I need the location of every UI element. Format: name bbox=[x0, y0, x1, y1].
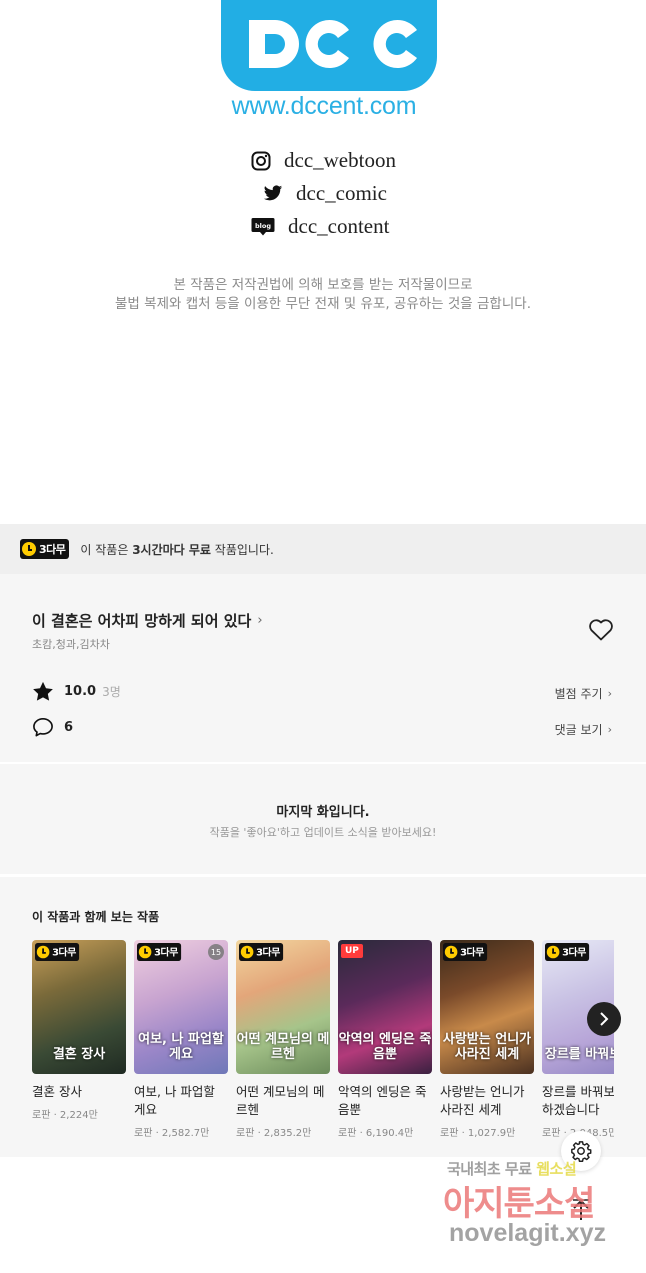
recommendation-card[interactable]: 3다무 어떤 계모님의 메르헨 어떤 계모님의 메르헨 로판 · 2,835.2만 bbox=[236, 940, 330, 1139]
recommendation-meta: 로판 · 1,027.9만 bbox=[440, 1128, 516, 1139]
free-3h-badge: 3다무 bbox=[545, 943, 590, 961]
publisher-url[interactable]: www.dccent.com bbox=[222, 92, 426, 121]
site-watermark: 국내최초 무료 웹소설 아지툰소설 novelagit.xyz bbox=[443, 1156, 643, 1256]
social-twitter[interactable]: dcc_comic bbox=[262, 181, 387, 206]
free-every-3h-banner: 3다무 이 작품은 3시간마다 무료 작품입니다. bbox=[0, 524, 646, 574]
recommendations-carousel: 3다무 결혼 장사 결혼 장사 로판 · 2,224만 3다무 15 여보, 나 파업할게요… bbox=[32, 940, 614, 1157]
recommendation-cover: UP 악역의 엔딩은 죽음뿐 bbox=[338, 940, 432, 1074]
recommendation-card[interactable]: 3다무 15 여보, 나 파업할게요 여보, 나 파업할게요 로판 · 2,582.7만 bbox=[134, 940, 228, 1139]
recommendation-title: 장르를 바꿔보록 하겠습니다 bbox=[542, 1084, 614, 1117]
twitter-handle: dcc_comic bbox=[296, 181, 387, 205]
rate-button[interactable]: 별점 주기 › bbox=[555, 685, 612, 702]
heart-icon bbox=[589, 619, 613, 641]
free-3h-badge: 3다무 bbox=[35, 943, 80, 961]
free-3h-badge: 3다무 bbox=[20, 539, 70, 559]
age-rating-badge: 15 bbox=[208, 944, 224, 960]
cover-title-art: 여보, 나 파업할게요 bbox=[138, 1032, 224, 1062]
copyright-line-2: 불법 복제와 캡처 등을 이용한 무단 전재 및 유포, 공유하는 것을 금합니… bbox=[115, 296, 531, 312]
chevron-right-icon bbox=[600, 1012, 609, 1026]
watermark-line-2: 아지툰소설 bbox=[443, 1184, 595, 1224]
recommendation-meta: 로판 · 2,224만 bbox=[32, 1110, 98, 1121]
rating-stat: 10.0 3명 bbox=[32, 681, 121, 702]
recommendation-title: 어떤 계모님의 메르헨 bbox=[236, 1084, 325, 1117]
recommendation-title: 결혼 장사 bbox=[32, 1084, 82, 1099]
clock-icon bbox=[22, 542, 36, 556]
twitter-icon bbox=[262, 183, 284, 205]
recommendation-cover: 3다무 15 여보, 나 파업할게요 bbox=[134, 940, 228, 1074]
clock-icon bbox=[444, 945, 458, 959]
last-episode-subtitle: 작품을 '좋아요'하고 업데이트 소식을 받아보세요! bbox=[209, 826, 437, 839]
recommendation-meta: 로판 · 2,835.2만 bbox=[236, 1128, 312, 1139]
free-3h-badge: 3다무 bbox=[443, 943, 488, 961]
clock-icon bbox=[546, 945, 560, 959]
recommendation-title: 악역의 엔딩은 죽음뿐 bbox=[338, 1084, 427, 1117]
clock-icon bbox=[138, 945, 152, 959]
recommendation-card[interactable]: 3다무 결혼 장사 결혼 장사 로판 · 2,224만 bbox=[32, 940, 126, 1121]
recommendation-title: 사랑받는 언니가 사라진 세계 bbox=[440, 1084, 525, 1117]
social-blog[interactable]: blog dcc_content bbox=[251, 214, 389, 239]
recommendation-card[interactable]: UP 악역의 엔딩은 죽음뿐 악역의 엔딩은 죽음뿐 로판 · 6,190.4만 bbox=[338, 940, 432, 1139]
blog-handle: dcc_content bbox=[288, 214, 390, 238]
watermark-line-3: novelagit.xyz bbox=[449, 1219, 606, 1247]
view-comments-label: 댓글 보기 bbox=[554, 723, 603, 737]
recommendation-meta: 로판 · 2,582.7만 bbox=[134, 1128, 210, 1139]
comment-stat: 6 bbox=[32, 717, 73, 737]
clock-icon bbox=[240, 945, 254, 959]
clock-icon bbox=[36, 945, 50, 959]
instagram-handle: dcc_webtoon bbox=[284, 148, 396, 172]
blog-icon: blog bbox=[251, 216, 275, 238]
cover-title-art: 결혼 장사 bbox=[52, 1047, 106, 1062]
star-icon bbox=[33, 681, 53, 701]
cover-title-art: 장르를 바꿔보록 bbox=[544, 1047, 614, 1062]
recommendation-cover: 3다무결혼 장사 bbox=[32, 940, 126, 1074]
chevron-right-icon: › bbox=[257, 613, 263, 628]
cover-title-art: 사랑받는 언니가 사라진 세계 bbox=[442, 1032, 532, 1062]
publisher-promo: www.dccent.com dcc_webtoon dcc_comic blo… bbox=[0, 0, 646, 524]
series-info: 이 결혼은 어차피 망하게 되어 있다 › 초캄,청과,김차차 10.0 3명 … bbox=[0, 574, 646, 762]
last-episode-notice: 마지막 화입니다. 작품을 '좋아요'하고 업데이트 소식을 받아보세요! bbox=[0, 764, 646, 874]
carousel-next-button[interactable] bbox=[587, 1002, 621, 1036]
rating-value: 10.0 bbox=[64, 684, 97, 699]
free-3h-badge: 3다무 bbox=[137, 943, 182, 961]
like-button[interactable] bbox=[588, 618, 614, 642]
recommendation-card[interactable]: 3다무장르를 바꿔보록장르를 바꿔보록 하겠습니다로판 · 2,048.5만 bbox=[542, 940, 614, 1139]
recommendation-meta: 로판 · 6,190.4만 bbox=[338, 1128, 414, 1139]
chevron-right-icon: › bbox=[607, 687, 612, 700]
instagram-icon bbox=[250, 150, 272, 172]
view-comments-button[interactable]: 댓글 보기 › bbox=[555, 721, 612, 738]
series-title-link[interactable]: 이 결혼은 어차피 망하게 되어 있다 › bbox=[32, 610, 263, 631]
comment-count: 6 bbox=[64, 719, 74, 735]
last-episode-title: 마지막 화입니다. bbox=[276, 805, 370, 820]
dcc-logo-letters bbox=[249, 19, 417, 68]
social-instagram[interactable]: dcc_webtoon bbox=[250, 148, 396, 173]
recommendation-cover: 3다무어떤 계모님의 메르헨 bbox=[236, 940, 330, 1074]
chevron-right-icon: › bbox=[607, 723, 612, 736]
cover-title-art: 악역의 엔딩은 죽음뿐 bbox=[338, 1032, 432, 1062]
blog-icon-text: blog bbox=[255, 222, 271, 230]
series-title: 이 결혼은 어차피 망하게 되어 있다 bbox=[32, 612, 252, 630]
dcc-logo bbox=[221, 0, 437, 91]
update-badge: UP bbox=[341, 944, 363, 958]
free-banner-text: 이 작품은 3시간마다 무료 작품입니다. bbox=[80, 542, 274, 557]
comment-icon bbox=[33, 718, 53, 737]
series-authors: 초캄,청과,김차차 bbox=[32, 638, 110, 651]
recommendations-section: 이 작품과 함께 보는 작품 3다무 결혼 장사 결혼 장사 로판 · 2,224만 3… bbox=[0, 877, 646, 1157]
copyright-notice: 본 작품은 저작권법에 의해 보호를 받는 저작물이므로 불법 복제와 캡처 등… bbox=[0, 276, 646, 314]
copyright-line-1: 본 작품은 저작권법에 의해 보호를 받는 저작물이므로 bbox=[173, 277, 473, 293]
recommendations-title: 이 작품과 함께 보는 작품 bbox=[32, 910, 160, 924]
rate-label: 별점 주기 bbox=[554, 687, 603, 701]
recommendation-title: 여보, 나 파업할게요 bbox=[134, 1084, 215, 1117]
cover-title-art: 어떤 계모님의 메르헨 bbox=[236, 1032, 330, 1062]
free-3h-badge: 3다무 bbox=[239, 943, 284, 961]
recommendation-cover: 3다무사랑받는 언니가 사라진 세계 bbox=[440, 940, 534, 1074]
recommendation-card[interactable]: 3다무 사랑받는 언니가 사라진 세계 사랑받는 언니가 사라진 세계 로판 · 1,… bbox=[440, 940, 534, 1139]
rating-count: 3명 bbox=[102, 685, 121, 699]
